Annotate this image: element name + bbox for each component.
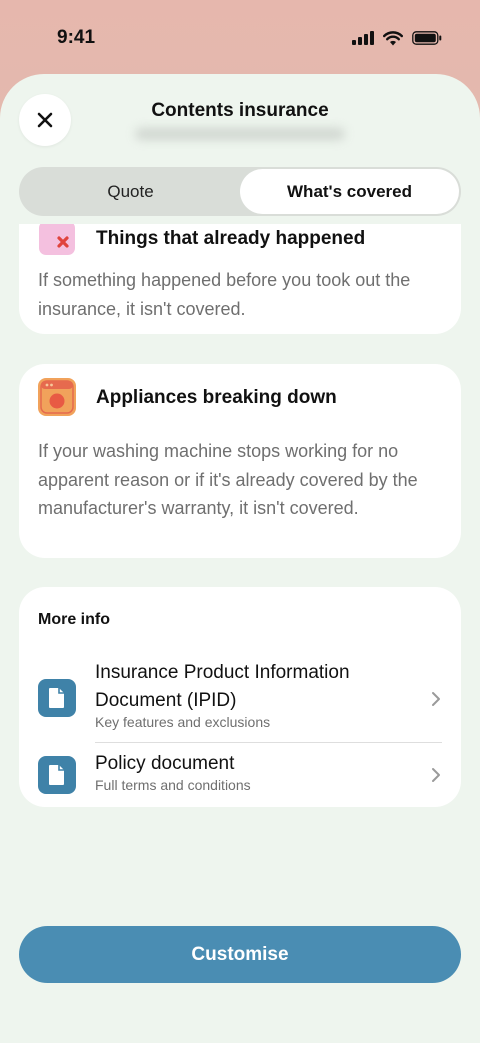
scroll-content[interactable]: Things that already happened If somethin… (0, 224, 480, 1043)
washing-machine-icon (38, 378, 76, 416)
document-title: Insurance Product Information Document (… (95, 662, 350, 711)
tab-quote[interactable]: Quote (21, 169, 240, 214)
document-title: Policy document (95, 753, 235, 774)
exclusion-heading: Things that already happened (96, 228, 366, 249)
document-subtitle: Full terms and conditions (95, 777, 251, 793)
status-time: 9:41 (57, 27, 96, 48)
page-title: Contents insurance (151, 100, 329, 121)
more-info-card: More info Insurance Product Information … (19, 587, 461, 807)
bottom-sheet: Contents insurance Quote What's covered … (0, 74, 480, 1043)
signal-icon (352, 31, 374, 45)
customise-button[interactable]: Customise (19, 926, 461, 983)
status-icons (352, 30, 442, 46)
exclusion-heading: Appliances breaking down (96, 387, 337, 408)
document-icon (38, 756, 76, 794)
calendar-cross-icon (39, 224, 75, 255)
document-icon (38, 679, 76, 717)
segmented-control: Quote What's covered (19, 167, 461, 216)
exclusion-body: If your washing machine stops working fo… (38, 441, 418, 518)
battery-icon (412, 31, 442, 45)
status-bar: 9:41 (0, 0, 480, 76)
tab-whats-covered[interactable]: What's covered (240, 169, 459, 214)
chevron-right-icon (432, 692, 440, 706)
chevron-right-icon (432, 768, 440, 782)
exclusion-body: If something happened before you took ou… (38, 270, 411, 319)
exclusion-card: Things that already happened If somethin… (19, 224, 461, 334)
redacted-subtitle (135, 128, 345, 140)
document-row-policy[interactable]: Policy document Full terms and condition… (19, 750, 461, 804)
more-info-title: More info (38, 611, 110, 628)
divider (95, 742, 442, 743)
exclusion-card: Appliances breaking down If your washing… (19, 364, 461, 558)
document-subtitle: Key features and exclusions (95, 714, 271, 730)
document-row-ipid[interactable]: Insurance Product Information Document (… (19, 659, 461, 739)
wifi-icon (383, 30, 403, 45)
